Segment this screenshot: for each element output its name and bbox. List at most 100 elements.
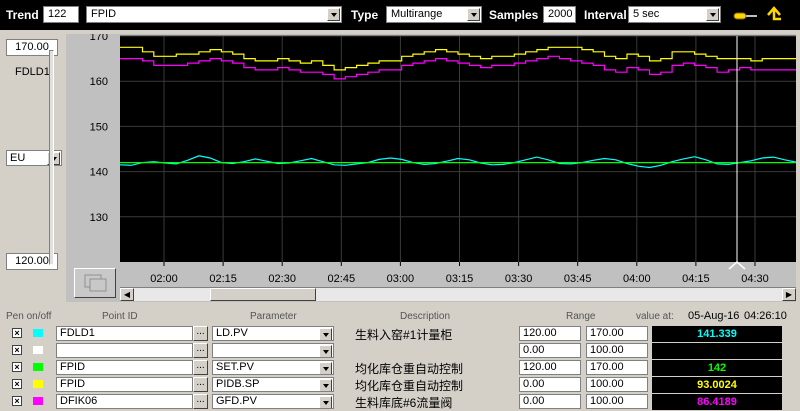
parameter-dropdown[interactable]: GFD.PV xyxy=(212,394,334,409)
point-id-field[interactable]: DFIK06 xyxy=(56,394,193,409)
current-value: 142 xyxy=(652,360,782,376)
type-label: Type xyxy=(351,8,379,22)
range-high-cell[interactable]: 100.00 xyxy=(586,343,648,358)
windows-icon xyxy=(84,274,107,292)
description-text: 均化库仓重自动控制 xyxy=(355,362,464,376)
point-browse-button[interactable]: ... xyxy=(193,394,208,409)
range-slider[interactable] xyxy=(49,50,54,265)
range-low-cell[interactable]: 120.00 xyxy=(519,326,581,341)
parameter-value: GFD.PV xyxy=(216,395,257,407)
parameter-value: PIDB.SP xyxy=(216,378,260,390)
y-tick-label: 170 xyxy=(90,34,108,43)
pen-color-swatch[interactable] xyxy=(33,329,43,337)
point-browse-button[interactable]: ... xyxy=(193,326,208,341)
description-text: 均化库仓重自动控制 xyxy=(355,379,464,393)
point-id-field[interactable]: FPID xyxy=(56,377,193,392)
range-low-cell[interactable]: 0.00 xyxy=(519,377,581,392)
chevron-down-icon[interactable] xyxy=(319,379,332,391)
chevron-down-icon[interactable] xyxy=(319,328,332,340)
current-value: 93.0024 xyxy=(652,377,782,393)
header-description: Description xyxy=(400,311,451,322)
x-tick-label: 03:45 xyxy=(564,273,592,285)
pen-toggle-checkbox[interactable]: × xyxy=(12,362,22,372)
parameter-dropdown[interactable]: LD.PV xyxy=(212,326,334,341)
header-value-at: value at: xyxy=(636,311,674,322)
range-low-cell[interactable]: 0.00 xyxy=(519,343,581,358)
x-tick-label: 02:30 xyxy=(268,273,296,285)
parameter-dropdown[interactable] xyxy=(212,343,334,358)
point-browse-button[interactable]: ... xyxy=(193,343,208,358)
toolbar: Trend 122 FPID Type Multirange Samples 2… xyxy=(0,0,800,30)
range-low-cell[interactable]: 120.00 xyxy=(519,360,581,375)
trend-number-field[interactable]: 122 xyxy=(43,6,79,23)
chevron-down-icon[interactable] xyxy=(319,362,332,374)
pen-color-swatch[interactable] xyxy=(33,397,43,405)
pen-toggle-checkbox[interactable]: × xyxy=(12,396,22,406)
pen-color-swatch[interactable] xyxy=(33,380,43,388)
range-high-cell[interactable]: 100.00 xyxy=(586,377,648,392)
header-range: Range xyxy=(566,311,596,322)
y-tick-label: 130 xyxy=(90,212,108,224)
y-tick-label: 160 xyxy=(90,76,108,88)
header-pen: Pen on/off xyxy=(6,311,52,322)
trend-name-dropdown[interactable]: FPID xyxy=(86,6,342,23)
point-browse-button[interactable]: ... xyxy=(193,360,208,375)
chevron-down-icon[interactable] xyxy=(467,8,480,21)
x-tick-label: 04:00 xyxy=(623,273,651,285)
header-parameter: Parameter xyxy=(250,311,297,322)
interval-value: 5 sec xyxy=(633,8,660,20)
value-date: 05-Aug-16 xyxy=(688,310,740,322)
table-row: × FPID ... PIDB.SP 均化库仓重自动控制 0.00 100.00… xyxy=(0,376,800,393)
description-text: 生料库底#6流量阀 xyxy=(355,396,453,410)
point-id-field[interactable]: FDLD1 xyxy=(56,326,193,341)
scroll-right-icon[interactable]: ▶ xyxy=(782,288,796,301)
pen-table: Pen on/off Point ID Parameter Descriptio… xyxy=(0,308,800,410)
parameter-dropdown[interactable]: PIDB.SP xyxy=(212,377,334,392)
point-id-field[interactable] xyxy=(56,343,193,358)
interval-dropdown[interactable]: 5 sec xyxy=(628,6,721,23)
point-name-label: FDLD1 xyxy=(15,66,50,78)
scroll-thumb[interactable] xyxy=(210,288,316,301)
chart-svg: 170 160 150 140 130 02:00 02:15 02:30 02:45 03:0… xyxy=(90,34,796,285)
range-high-cell[interactable]: 170.00 xyxy=(586,326,648,341)
x-tick-label: 03:15 xyxy=(446,273,474,285)
pen-color-swatch[interactable] xyxy=(33,363,43,371)
table-row: × ... 0.00 100.00 xyxy=(0,342,800,359)
pan-button[interactable] xyxy=(74,268,116,298)
range-high-cell[interactable]: 170.00 xyxy=(586,360,648,375)
range-high-cell[interactable]: 100.00 xyxy=(586,394,648,409)
type-dropdown[interactable]: Multirange xyxy=(386,6,482,23)
pen-toggle-checkbox[interactable]: × xyxy=(12,345,22,355)
chevron-down-icon[interactable] xyxy=(327,8,340,21)
scroll-left-icon[interactable]: ◀ xyxy=(120,288,134,301)
chevron-down-icon[interactable] xyxy=(706,8,719,21)
plot-area xyxy=(120,36,796,262)
table-row: × DFIK06 ... GFD.PV 生料库底#6流量阀 0.00 100.0… xyxy=(0,393,800,410)
samples-field[interactable]: 2000 xyxy=(543,6,576,23)
pen-toggle-checkbox[interactable]: × xyxy=(12,328,22,338)
current-value: 141.339 xyxy=(652,326,782,342)
parameter-dropdown[interactable]: SET.PV xyxy=(212,360,334,375)
chevron-down-icon[interactable] xyxy=(319,396,332,408)
chevron-down-icon[interactable] xyxy=(319,345,332,357)
trend-name-value: FPID xyxy=(91,8,117,20)
y-tick-label: 140 xyxy=(90,167,108,179)
trend-label: Trend xyxy=(6,8,39,22)
point-browse-button[interactable]: ... xyxy=(193,377,208,392)
x-tick-label: 04:30 xyxy=(741,273,769,285)
pen-color-swatch[interactable] xyxy=(33,346,43,354)
return-arrow-icon[interactable] xyxy=(764,5,784,25)
x-tick-label: 03:30 xyxy=(505,273,533,285)
pen-toggle-checkbox[interactable]: × xyxy=(12,379,22,389)
samples-label: Samples xyxy=(489,8,539,22)
probe-icon[interactable] xyxy=(732,8,758,24)
range-low-cell[interactable]: 0.00 xyxy=(519,394,581,409)
cursor-marker-icon[interactable] xyxy=(728,261,746,270)
current-value xyxy=(652,343,782,359)
point-id-field[interactable]: FPID xyxy=(56,360,193,375)
units-value: EU xyxy=(10,152,26,164)
time-scrollbar[interactable]: ◀ ▶ xyxy=(120,287,796,301)
current-value: 86.4189 xyxy=(652,394,782,410)
table-row: × FDLD1 ... LD.PV 生料入窑#1计量柜 120.00 170.0… xyxy=(0,325,800,342)
description-text: 生料入窑#1计量柜 xyxy=(355,328,453,342)
